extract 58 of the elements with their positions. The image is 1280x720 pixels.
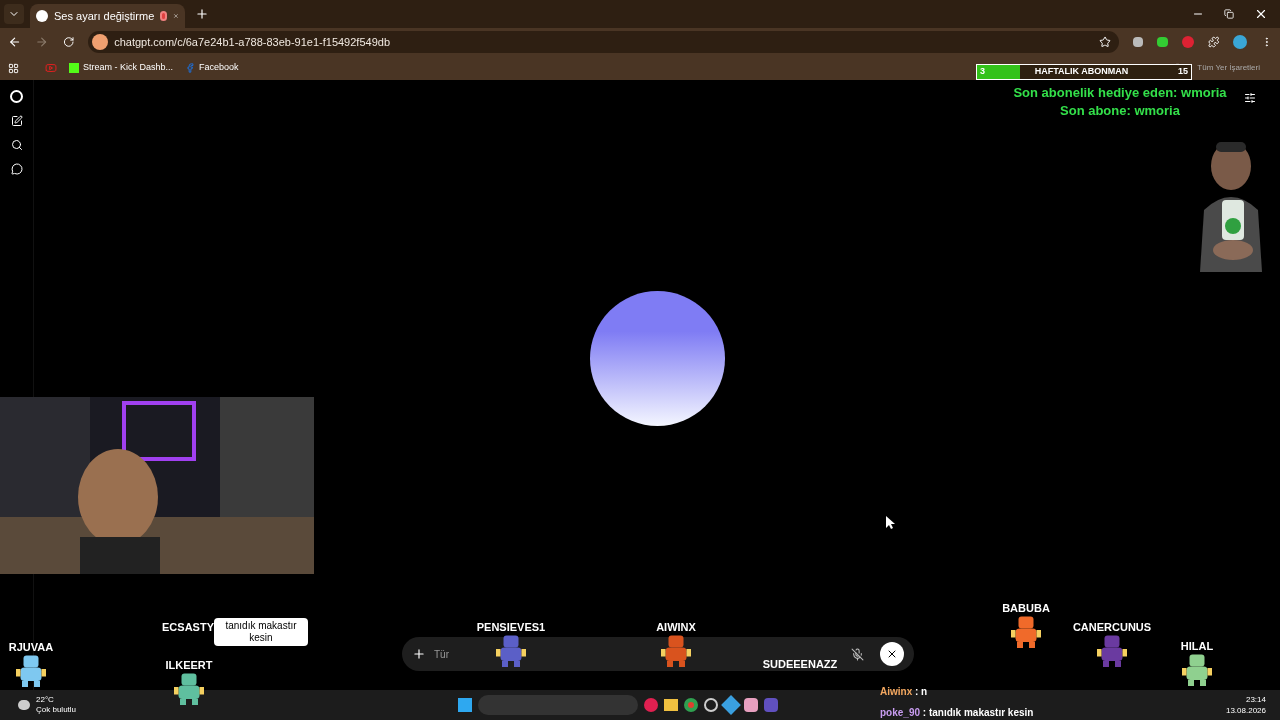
bookmark-link[interactable]: Stream - Kick Dashb...: [69, 61, 174, 75]
url-text: chatgpt.com/c/6a7e24b1-a788-83eb-91e1-f15492f549db: [114, 34, 390, 50]
bookmark-star-icon[interactable]: [1099, 36, 1112, 48]
goal-target: 15: [1178, 65, 1189, 79]
alert-text: Son abonelik hediye eden: wmoria: [1013, 84, 1227, 102]
browser-tab[interactable]: Ses ayarı değiştirme: [30, 4, 185, 28]
viewer-name: AIWINX: [656, 620, 696, 634]
logo-icon[interactable]: [10, 90, 23, 103]
chat-message: Aiwinx : n: [880, 685, 929, 699]
address-field[interactable]: chatgpt.com/c/6a7e24b1-a788-83eb-91e1-f15492f549db: [88, 31, 1120, 53]
viewer-name: ILKEERT: [165, 658, 213, 672]
bookmark-link[interactable]: Facebook: [185, 61, 239, 75]
viewer-name: RJUVAA: [8, 640, 54, 654]
close-icon[interactable]: [1254, 7, 1268, 21]
forward-icon[interactable]: [35, 35, 49, 49]
voice-input-placeholder: Tür: [434, 647, 449, 662]
tab-list-button[interactable]: [4, 4, 24, 24]
back-icon[interactable]: [8, 35, 22, 49]
add-icon[interactable]: [412, 647, 426, 661]
profile-avatar[interactable]: [1233, 35, 1247, 49]
goal-current: 3: [979, 65, 985, 79]
muted-microphone-icon[interactable]: [851, 647, 864, 661]
start-icon[interactable]: [458, 698, 473, 712]
viewer-name: HILAL: [1180, 639, 1214, 653]
app-icon[interactable]: [744, 698, 759, 712]
temperature-text: 22°C: [36, 695, 55, 705]
facebook-icon: [185, 63, 196, 73]
viewer-name: BABUBA: [1002, 601, 1050, 615]
taskbar-search-field[interactable]: [478, 695, 639, 715]
close-icon: [886, 648, 898, 660]
clock-date: 13.08.2026: [1225, 705, 1266, 716]
viewer-name: SUDEEENAZZ: [762, 657, 838, 671]
weather-text: Çok bulutlu: [36, 705, 77, 715]
extensions-icon[interactable]: [1207, 36, 1220, 48]
viewer-name: ECSASTY: [162, 620, 214, 634]
alert-text: Son abone: wmoria: [1060, 102, 1180, 120]
bookmarks-folder-label[interactable]: Tüm Yer İşaretleri: [1197, 62, 1260, 74]
reload-icon[interactable]: [62, 36, 75, 48]
extension-icon[interactable]: [1156, 37, 1169, 47]
new-chat-icon[interactable]: [10, 115, 23, 127]
apps-icon[interactable]: [8, 62, 19, 74]
speech-bubble: tanıdık makastır kesin: [214, 618, 308, 646]
new-tab-icon[interactable]: [195, 7, 209, 21]
viewer-name: CANERCUNUS: [1072, 620, 1152, 634]
restore-icon[interactable]: [1224, 9, 1234, 19]
chat-message: poke_90 : tanıdık makastır kesin: [880, 706, 1034, 720]
settings-icon[interactable]: [1244, 92, 1256, 104]
extension-icon[interactable]: [1133, 37, 1143, 47]
chrome-icon[interactable]: [684, 698, 699, 712]
cursor-icon: [886, 516, 895, 529]
close-voice-button[interactable]: [880, 642, 904, 666]
goal-title: HAFTALIK ABONMAN: [1033, 65, 1130, 79]
viewer-name: PENSIEVES1: [476, 620, 546, 634]
search-icon[interactable]: [10, 139, 23, 151]
clock-time: 23:14: [1245, 694, 1266, 705]
chat-bubble-icon[interactable]: [10, 163, 23, 175]
site-icon: [36, 10, 48, 22]
tab-title: Ses ayarı değiştirme: [54, 8, 155, 24]
